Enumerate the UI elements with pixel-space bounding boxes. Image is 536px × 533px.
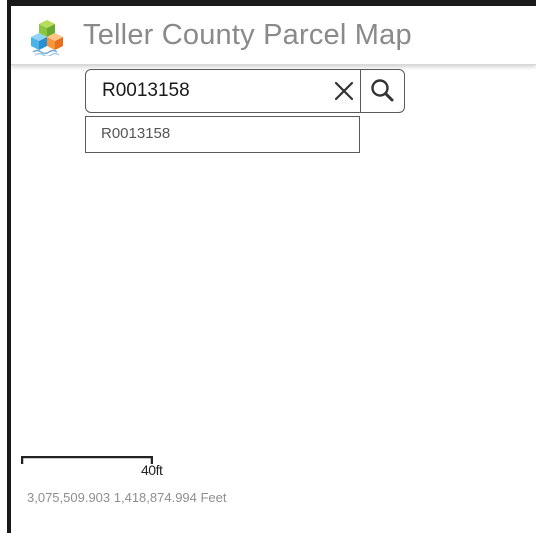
scale-bar-label: 40ft [141, 462, 163, 478]
search-suggestions-list: R0013158 [85, 116, 360, 153]
search-icon[interactable] [361, 70, 404, 112]
search-suggestion-item[interactable]: R0013158 [86, 117, 359, 152]
app-title: Teller County Parcel Map [83, 19, 412, 51]
map-app-window: Teller County Parcel Map R0013158 40ft 3… [0, 0, 536, 533]
scale-bar [21, 456, 153, 464]
app-header: Teller County Parcel Map [11, 6, 536, 65]
stacked-cubes-logo-icon [31, 20, 63, 56]
coordinate-readout: 3,075,509.903 1,418,874.994 Feet [27, 490, 227, 505]
search-widget [85, 69, 405, 113]
close-icon[interactable] [330, 77, 358, 105]
search-input[interactable] [87, 71, 331, 111]
window-left-border [7, 0, 11, 533]
